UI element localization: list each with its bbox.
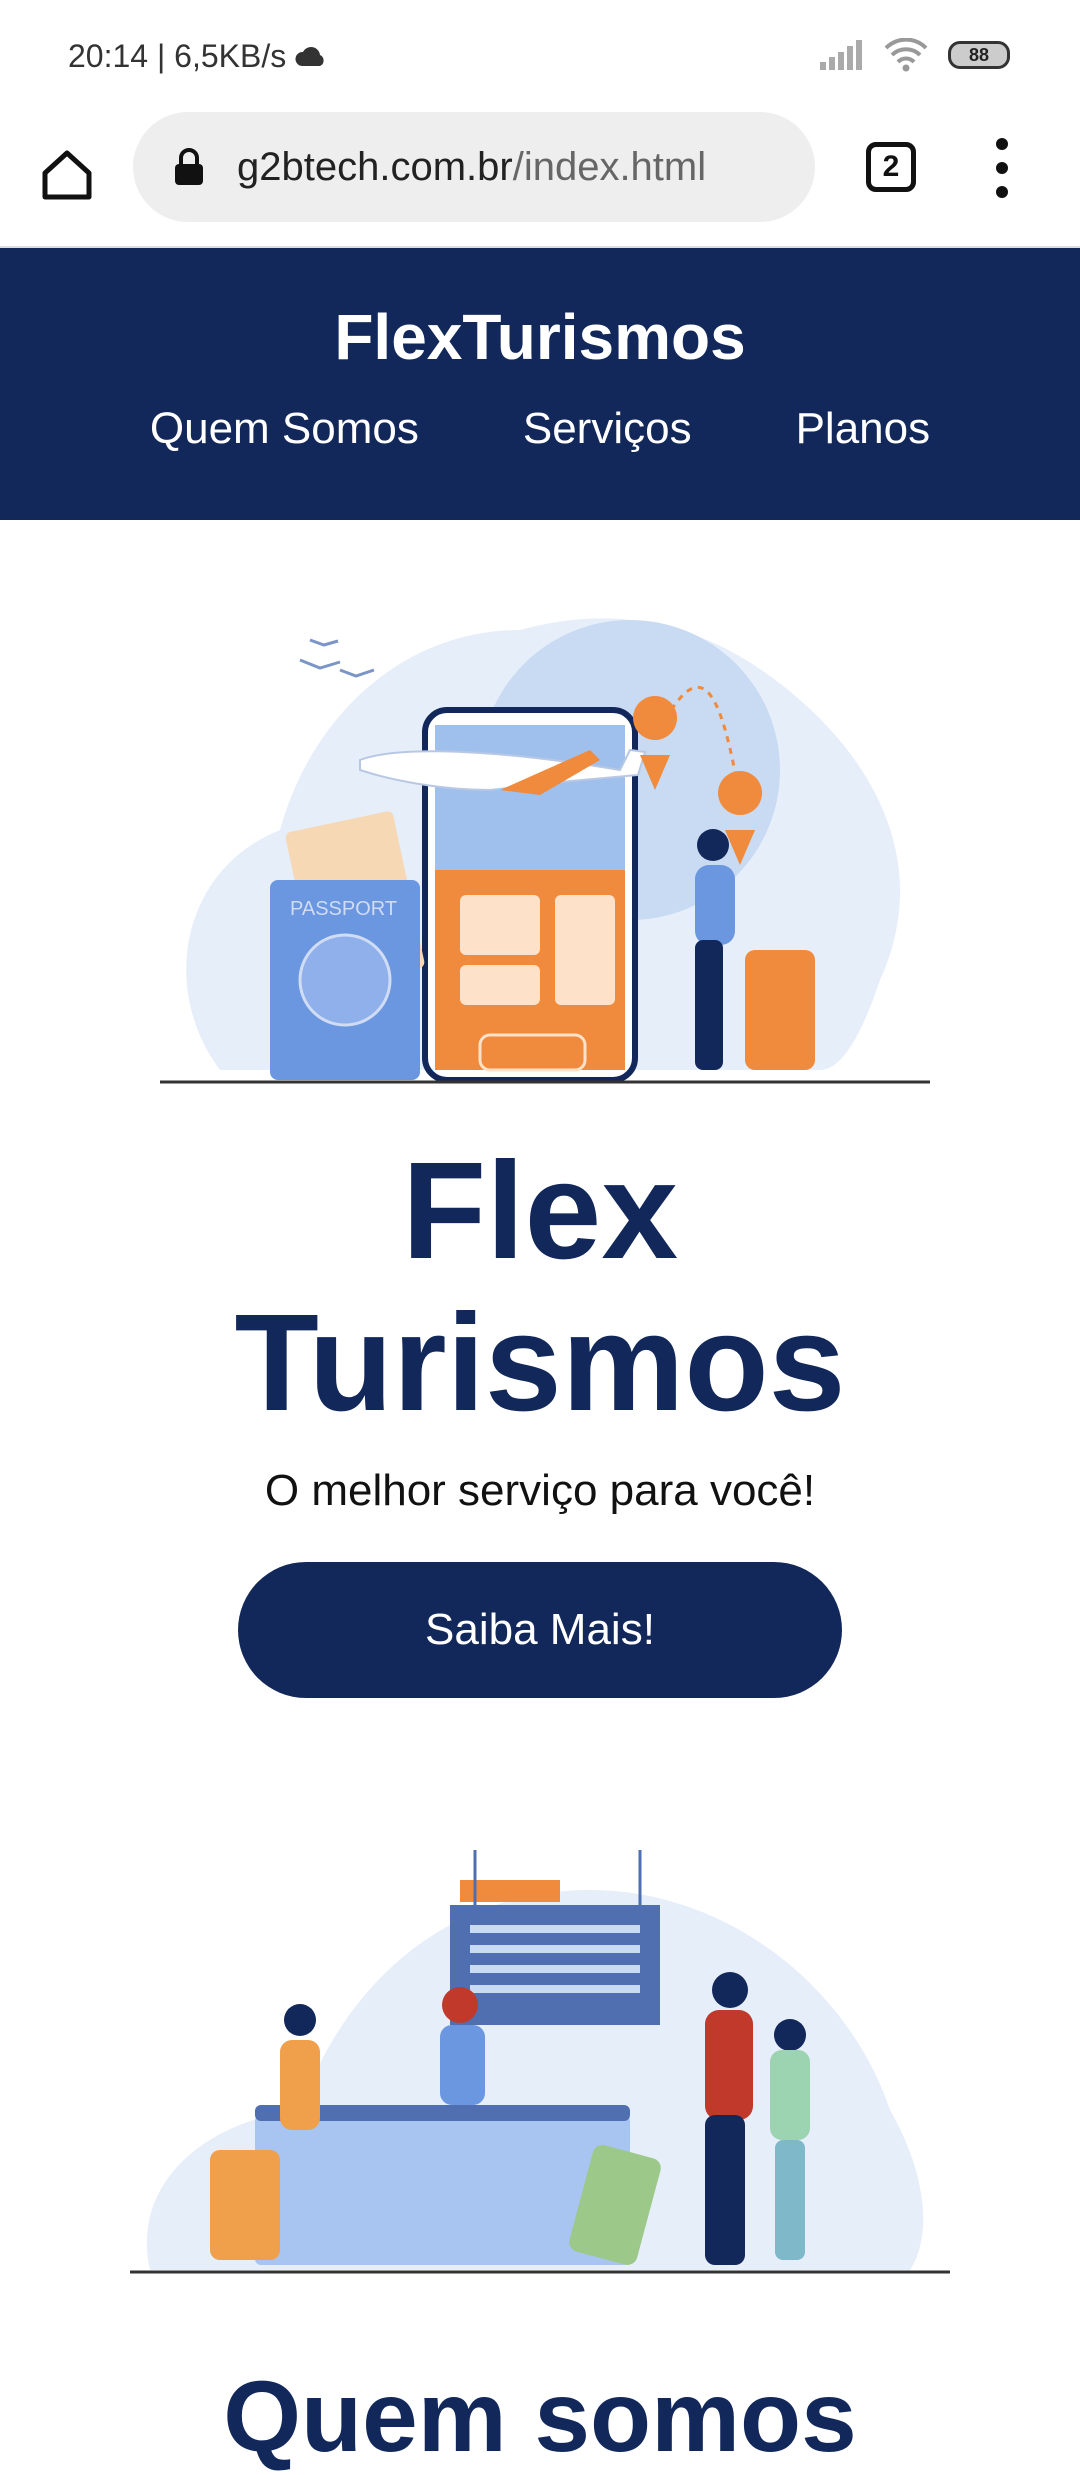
nav-item-planos[interactable]: Planos [796, 404, 931, 454]
url-path: /index.html [512, 144, 707, 189]
lock-icon [169, 147, 209, 187]
hero-subtitle: O melhor serviço para você! [264, 1466, 816, 1515]
main-nav: Quem Somos Serviços Planos [0, 404, 1080, 454]
cloud-icon [295, 46, 324, 66]
travel-illustration: PASSPORT [160, 618, 930, 1084]
status-time-speed: 20:14 | 6,5KB/s [68, 38, 287, 74]
section-title-quem-somos: Quem somos [223, 2361, 857, 2473]
battery-indicator: 88 [948, 41, 1010, 69]
status-bar: 20:14 | 6,5KB/s 88 [0, 0, 1080, 112]
status-left: 20:14 | 6,5KB/s [68, 38, 328, 75]
home-icon [42, 150, 92, 200]
saiba-mais-button[interactable]: Saiba Mais! [238, 1562, 842, 1698]
status-right: 88 [820, 38, 1010, 72]
tab-switcher-button[interactable]: 2 [866, 142, 916, 192]
hero-title-line1: Flex [401, 1134, 679, 1288]
nav-item-quem-somos[interactable]: Quem Somos [150, 404, 419, 454]
signal-icon [820, 40, 862, 70]
menu-dot-icon [996, 186, 1008, 198]
browser-menu-button[interactable] [990, 138, 1014, 198]
passport-label: PASSPORT [290, 898, 397, 920]
menu-dot-icon [996, 138, 1008, 150]
address-bar[interactable]: g2btech.com.br/index.html [133, 112, 815, 222]
wifi-icon [884, 38, 928, 72]
url-text: g2btech.com.br/index.html [237, 145, 706, 190]
site-brand[interactable]: FlexTurismos [0, 300, 1080, 374]
hero-title-line2: Turismos [234, 1286, 846, 1440]
site-header: FlexTurismos Quem Somos Serviços Planos [0, 248, 1080, 520]
url-host: g2btech.com.br [237, 144, 513, 189]
nav-item-servicos[interactable]: Serviços [523, 404, 692, 454]
airport-checkin-illustration [130, 1850, 950, 2274]
hero-title: Flex Turismos [0, 1135, 1080, 1439]
home-button[interactable] [32, 140, 102, 210]
menu-dot-icon [996, 162, 1008, 174]
browser-toolbar: g2btech.com.br/index.html 2 [0, 112, 1080, 248]
